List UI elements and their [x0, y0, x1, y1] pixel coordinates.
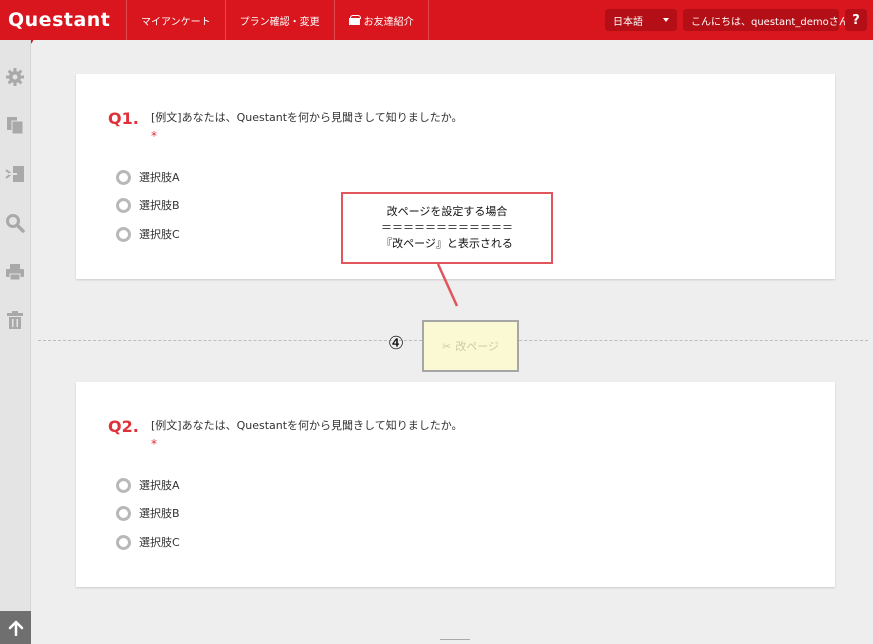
- language-dropdown[interactable]: 日本語: [605, 9, 677, 31]
- radio-button[interactable]: [116, 197, 131, 213]
- nav-invite-friends[interactable]: お友達紹介: [333, 0, 429, 40]
- nav-my-survey-label: マイアンケート: [141, 16, 211, 28]
- questant-logo[interactable]: Questant: [0, 0, 120, 40]
- gift-icon: [348, 15, 361, 25]
- nav-invite-label: お友達紹介: [363, 16, 414, 28]
- required-mark: *: [151, 437, 157, 451]
- scissors-icon: ✂: [442, 339, 452, 353]
- question-number: Q2.: [108, 417, 139, 436]
- page-break-label: 改ページ: [455, 340, 499, 353]
- option-b[interactable]: 選択肢B: [116, 197, 180, 213]
- branch-icon[interactable]: [5, 164, 25, 184]
- help-button[interactable]: ?: [845, 9, 867, 31]
- question-card-q2: Q2. [例文]あなたは、Questantを何から見聞きして知りましたか。 * …: [76, 382, 835, 587]
- language-label: 日本語: [613, 16, 643, 28]
- logo-text: Questant: [8, 9, 111, 31]
- option-label: 選択肢C: [139, 536, 180, 549]
- required-mark: *: [151, 129, 157, 143]
- callout-line-3: 『改ページ』と表示される: [381, 237, 513, 250]
- trash-icon[interactable]: [5, 310, 25, 330]
- radio-button[interactable]: [116, 534, 131, 550]
- option-b[interactable]: 選択肢B: [116, 505, 180, 521]
- header-controls: 日本語 こんにちは、questant_demoさん ?: [605, 9, 867, 31]
- option-label: 選択肢A: [139, 479, 180, 492]
- option-c[interactable]: 選択肢C: [116, 534, 180, 550]
- option-c[interactable]: 選択肢C: [116, 226, 180, 242]
- user-greeting: こんにちは、questant_demoさん: [691, 16, 849, 28]
- nav-my-survey[interactable]: マイアンケート: [126, 0, 225, 40]
- question-text: [例文]あなたは、Questantを何から見聞きして知りましたか。: [151, 419, 463, 432]
- option-label: 選択肢A: [139, 171, 180, 184]
- radio-button[interactable]: [116, 169, 131, 185]
- print-icon[interactable]: [5, 262, 25, 282]
- option-label: 選択肢C: [139, 228, 180, 241]
- radio-button[interactable]: [116, 477, 131, 493]
- chevron-down-icon: [663, 18, 669, 22]
- main-nav: マイアンケート プラン確認・変更 お友達紹介: [126, 0, 429, 40]
- gear-icon[interactable]: [5, 67, 25, 87]
- arrow-up-icon: [8, 620, 23, 636]
- tool-sidebar: [0, 40, 31, 644]
- option-a[interactable]: 選択肢A: [116, 169, 180, 185]
- radio-button[interactable]: [116, 226, 131, 242]
- option-a[interactable]: 選択肢A: [116, 477, 180, 493]
- search-icon[interactable]: [5, 213, 25, 233]
- nav-plan-label: プラン確認・変更: [239, 16, 320, 28]
- nav-plan[interactable]: プラン確認・変更: [224, 0, 334, 40]
- question-number: Q1.: [108, 109, 139, 128]
- annotation-callout: 改ページを設定する場合 ＝＝＝＝＝＝＝＝＝＝＝＝ 『改ページ』と表示される: [341, 192, 553, 264]
- question-text: [例文]あなたは、Questantを何から見聞きして知りましたか。: [151, 111, 463, 124]
- app-header: Questant マイアンケート プラン確認・変更 お友達紹介 日本語 こんにち…: [0, 0, 873, 48]
- scroll-to-top-button[interactable]: [0, 611, 31, 644]
- user-menu-dropdown[interactable]: こんにちは、questant_demoさん: [683, 9, 865, 31]
- divider: [440, 639, 470, 644]
- page-break-block[interactable]: ✂ 改ページ: [422, 320, 519, 372]
- callout-line-1: 改ページを設定する場合: [386, 205, 508, 218]
- option-label: 選択肢B: [139, 507, 180, 520]
- copy-icon[interactable]: [5, 115, 25, 135]
- callout-line-2: ＝＝＝＝＝＝＝＝＝＝＝＝: [381, 221, 513, 234]
- step-marker: ④: [388, 333, 405, 354]
- radio-button[interactable]: [116, 505, 131, 521]
- option-label: 選択肢B: [139, 199, 180, 212]
